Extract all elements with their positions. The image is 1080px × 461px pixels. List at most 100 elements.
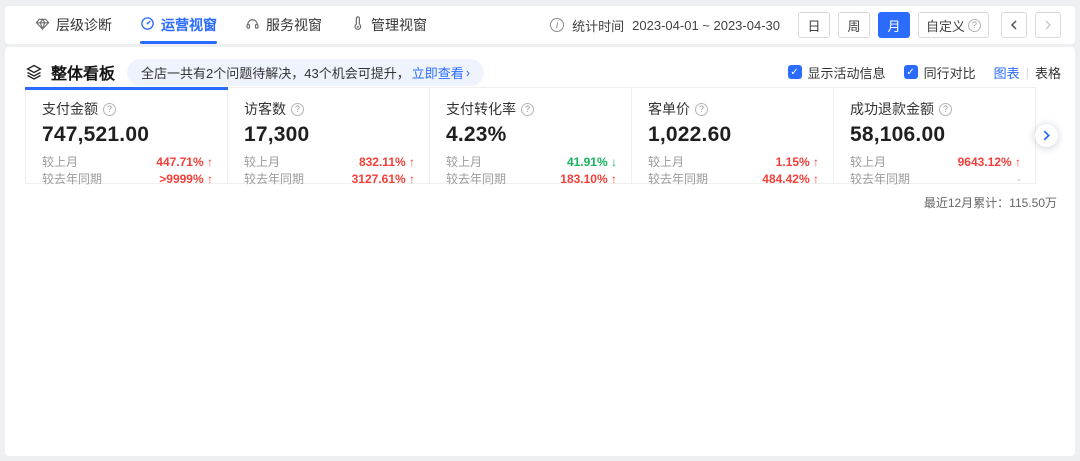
- kpi-comparisons: 较上月41.91% ↓较去年同期 183.10% ↑: [446, 154, 617, 188]
- kpi-value: 4.23%: [446, 123, 617, 147]
- comparison-label: 较上月: [648, 154, 684, 171]
- help-icon[interactable]: ?: [695, 103, 708, 116]
- comparison-value: 41.91% ↓: [567, 154, 617, 171]
- kpi-comparison-row: 较上月 832.11% ↑: [244, 154, 415, 171]
- kpi-card-row: 支付金额 ? 747,521.00 较上月447.71% ↑较去年同期>9999…: [25, 87, 1036, 184]
- chevron-right-icon: [1041, 130, 1052, 141]
- kpi-carousel-next-button[interactable]: [1035, 124, 1058, 147]
- peer-compare-label: 同行对比: [924, 63, 976, 82]
- tab-level-diagnosis[interactable]: 层级诊断: [35, 6, 112, 44]
- comparison-value: 3127.61% ↑: [352, 171, 415, 188]
- comparison-label: 较上月: [42, 154, 78, 171]
- kpi-comparison-row: 较去年同期 >9999% ↑: [42, 171, 213, 188]
- issues-notice: 全店一共有2个问题待解决，43个机会可提升， 立即查看 ›: [127, 59, 484, 86]
- kpi-comparison-row: 较去年同期 -: [850, 171, 1021, 188]
- tab-management-view[interactable]: 管理视窗: [350, 6, 427, 44]
- comparison-label: 较上月: [850, 154, 886, 171]
- help-icon[interactable]: ?: [291, 103, 304, 116]
- kpi-value: 58,106.00: [850, 123, 1021, 147]
- next-period-button[interactable]: [1035, 12, 1061, 38]
- comparison-label: 较去年同期: [648, 171, 708, 188]
- layers-icon: [25, 63, 43, 81]
- stat-time-controls: i 统计时间 2023-04-01 ~ 2023-04-30 日 周 月 自定义…: [550, 12, 1061, 38]
- tab-operations-view[interactable]: 运营视窗: [140, 6, 217, 44]
- kpi-comparisons: 较上月 1.15% ↑ 较去年同期 484.42% ↑: [648, 154, 819, 188]
- tab-label: 管理视窗: [371, 15, 427, 35]
- top-navigation-bar: 层级诊断 运营视窗 服务视窗 管理视窗 i 统计: [5, 6, 1075, 44]
- stat-time-range: 2023-04-01 ~ 2023-04-30: [632, 18, 780, 33]
- help-icon[interactable]: ?: [521, 103, 534, 116]
- kpi-card[interactable]: 支付转化率 ? 4.23% 较上月41.91% ↓较去年同期183.10% ↑: [430, 88, 632, 183]
- chevron-right-icon: [1043, 20, 1053, 30]
- comparison-value: 1.15% ↑: [776, 154, 819, 171]
- kpi-value: 747,521.00: [42, 123, 213, 147]
- cumulative-12m-label: 最近12月累计：115.50万: [924, 194, 1057, 211]
- comparison-value: 9643.12% ↑: [958, 154, 1021, 171]
- kpi-card[interactable]: 支付金额 ? 747,521.00 较上月447.71% ↑较去年同期>9999…: [26, 88, 228, 183]
- comparison-label: 较去年同期: [42, 171, 102, 188]
- info-icon: i: [550, 18, 564, 32]
- help-icon[interactable]: ?: [939, 103, 952, 116]
- period-month-button[interactable]: 月: [878, 12, 910, 38]
- comparison-value: 183.10% ↑: [560, 171, 617, 188]
- chevron-right-icon: ›: [466, 65, 470, 80]
- comparison-label: 较上月: [244, 154, 280, 171]
- tab-label: 运营视窗: [161, 15, 217, 35]
- page-title: 整体看板: [51, 60, 115, 84]
- tab-service-view[interactable]: 服务视窗: [245, 6, 322, 44]
- comparison-value: 832.11% ↑: [359, 154, 415, 171]
- thermometer-icon: [350, 16, 365, 34]
- notice-text: 全店一共有2个问题待解决，43个机会可提升，: [141, 63, 410, 82]
- comparison-label: 较去年同期: [244, 171, 304, 188]
- tab-label: 层级诊断: [56, 15, 112, 35]
- kpi-card[interactable]: 访客数 ? 17,300 较上月832.11% ↑较去年同期3127.61% ↑: [228, 88, 430, 183]
- kpi-comparison-row: 较去年同期 183.10% ↑: [446, 171, 617, 188]
- kpi-title: 客单价: [648, 99, 690, 119]
- show-activity-label: 显示活动信息: [808, 63, 886, 82]
- view-now-link[interactable]: 立即查看: [412, 63, 464, 82]
- kpi-title: 支付金额: [42, 99, 98, 119]
- tab-label: 服务视窗: [266, 15, 322, 35]
- chart-view-button[interactable]: 图表: [994, 63, 1020, 82]
- kpi-comparisons: 较上月447.71% ↑较去年同期 >9999% ↑: [42, 154, 213, 188]
- gem-icon: [35, 16, 50, 34]
- help-icon[interactable]: ?: [103, 103, 116, 116]
- comparison-label: 较去年同期: [850, 171, 910, 188]
- table-view-button[interactable]: 表格: [1035, 63, 1061, 82]
- kpi-comparison-row: 较去年同期 484.42% ↑: [648, 171, 819, 188]
- kpi-card[interactable]: 客单价 ? 1,022.60 较上月1.15% ↑较去年同期484.42% ↑: [632, 88, 834, 183]
- kpi-value: 17,300: [244, 123, 415, 147]
- kpi-title: 支付转化率: [446, 99, 516, 119]
- period-week-button[interactable]: 周: [838, 12, 870, 38]
- show-activity-checkbox[interactable]: ✓ 显示活动信息: [788, 63, 886, 82]
- kpi-title: 成功退款金额: [850, 99, 934, 119]
- board-header-options: ✓ 显示活动信息 ✓ 同行对比 图表 | 表格: [788, 63, 1061, 82]
- kpi-card[interactable]: 成功退款金额 ? 58,106.00 较上月9643.12% ↑较去年同期-: [834, 88, 1035, 183]
- board-header: 整体看板 全店一共有2个问题待解决，43个机会可提升， 立即查看 › ✓ 显示活…: [25, 58, 1061, 86]
- gauge-icon: [140, 16, 155, 34]
- headset-icon: [245, 16, 260, 34]
- chevron-left-icon: [1009, 20, 1019, 30]
- kpi-value: 1,022.60: [648, 123, 819, 147]
- kpi-comparison-row: 较上月 1.15% ↑: [648, 154, 819, 171]
- prev-period-button[interactable]: [1001, 12, 1027, 38]
- question-icon: ?: [968, 19, 981, 32]
- period-day-button[interactable]: 日: [798, 12, 830, 38]
- peer-compare-checkbox[interactable]: ✓ 同行对比: [904, 63, 976, 82]
- kpi-comparison-row: 较上月 9643.12% ↑: [850, 154, 1021, 171]
- comparison-value: -: [1017, 171, 1021, 188]
- comparison-value: >9999% ↑: [159, 171, 213, 188]
- kpi-comparison-row: 较上月41.91% ↓: [446, 154, 617, 171]
- overall-dashboard-panel: 整体看板 全店一共有2个问题待解决，43个机会可提升， 立即查看 › ✓ 显示活…: [5, 47, 1075, 456]
- comparison-value: 484.42% ↑: [762, 171, 819, 188]
- custom-label: 自定义: [926, 16, 965, 35]
- comparison-label: 较去年同期: [446, 171, 506, 188]
- checkbox-checked-icon: ✓: [788, 65, 802, 79]
- trend-line-chart[interactable]: [5, 233, 1075, 453]
- date-pager: [1001, 12, 1061, 38]
- checkbox-checked-icon: ✓: [904, 65, 918, 79]
- kpi-comparison-row: 较上月447.71% ↑: [42, 154, 213, 171]
- view-switch: 图表 | 表格: [994, 63, 1061, 82]
- period-custom-button[interactable]: 自定义 ?: [918, 12, 989, 38]
- stat-time-label: 统计时间: [572, 16, 624, 35]
